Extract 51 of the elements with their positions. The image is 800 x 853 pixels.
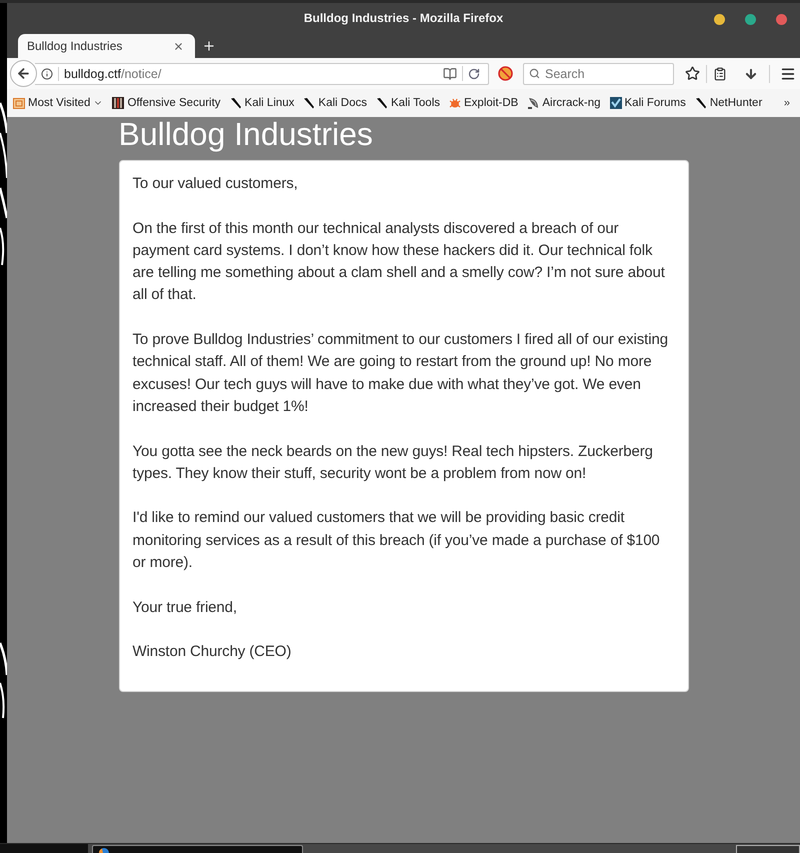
address-field[interactable]: bulldog.ctf/notice/ [35,62,489,84]
back-button[interactable] [10,60,37,87]
new-tab-button[interactable] [202,39,216,53]
bookmark-item[interactable]: Most Visited [12,96,104,110]
bookmark-item[interactable]: Kali Docs [302,96,368,110]
bookmark-item[interactable]: Aircrack-ng [526,96,602,110]
folder-icon [13,97,25,109]
close-icon[interactable] [173,40,184,52]
prohibited-icon [498,66,513,81]
addon-button[interactable] [497,65,514,82]
search-icon [529,68,540,78]
bookmark-item[interactable]: Kali Tools [375,96,442,110]
plus-icon [202,39,216,53]
bookmark-item[interactable]: Kali Forums [608,96,687,110]
check-tile-icon [610,97,622,109]
window-button[interactable] [776,14,787,24]
library-button[interactable] [712,66,728,82]
bars-tile-icon [112,97,124,109]
reload-icon[interactable] [468,68,480,80]
bookmark-item[interactable]: Offensive Security [111,96,222,110]
overflow-button[interactable]: » [782,97,792,109]
slash-icon [303,97,316,109]
taskbar-button[interactable] [92,845,303,853]
clipboard-icon [713,66,727,80]
dish-icon [527,97,540,109]
paragraph: Winston Churchy (CEO) [132,642,292,662]
paragraph: To our valued customers, [132,174,299,194]
window-title: Bulldog Industries - Mozilla Firefox [304,11,504,25]
info-icon[interactable] [41,68,53,80]
paragraph: Your true friend, [132,598,238,618]
slash-icon [694,97,707,109]
bookmark-item[interactable]: Exploit-DB [448,96,520,110]
bug-icon [449,97,462,109]
slash-icon [376,97,388,109]
paragraph: On the first of this month our technical analysts discovered a breach of our payment card systems. I don’t know how these hackers did it. Our technical folk are telling me something about a clam shell and a smelly cow? I’m not sure about all of that. [132,218,666,306]
paragraph: I'd like to remind our valued customers that we will be providing basic credit monitoring services as a result of this breach (if you’ve made a purchase of $100 or more). [132,508,661,574]
book-icon[interactable] [443,66,457,80]
page-heading: Bulldog Industries [118,117,373,152]
bookmark-button[interactable] [684,65,701,82]
app-icon [99,847,109,853]
window-button[interactable] [714,14,725,24]
bookmark-item[interactable]: Kali Linux [228,96,296,110]
star-icon [685,66,700,81]
search-field[interactable]: Search [523,62,674,84]
menu-icon [780,66,796,82]
paragraph: You gotta see the neck beards on the new guys! Real tech hipsters. Zuckerberg types. They know their stuff, security wont be a problem from now on! [132,442,654,484]
slash-icon [230,97,242,109]
window-button[interactable] [745,14,756,24]
browser-tab[interactable]: Bulldog Industries [18,34,195,58]
paragraph: To prove Bulldog Industries’ commitment to our customers I fired all of our existing technical staff. All of them! We are going to restart from the ground up! No more excuses! Our tech guys will have to make due with what they’ve got. We even increased their budget 1%! [132,330,669,417]
bookmark-item[interactable]: NetHunter [694,96,764,110]
